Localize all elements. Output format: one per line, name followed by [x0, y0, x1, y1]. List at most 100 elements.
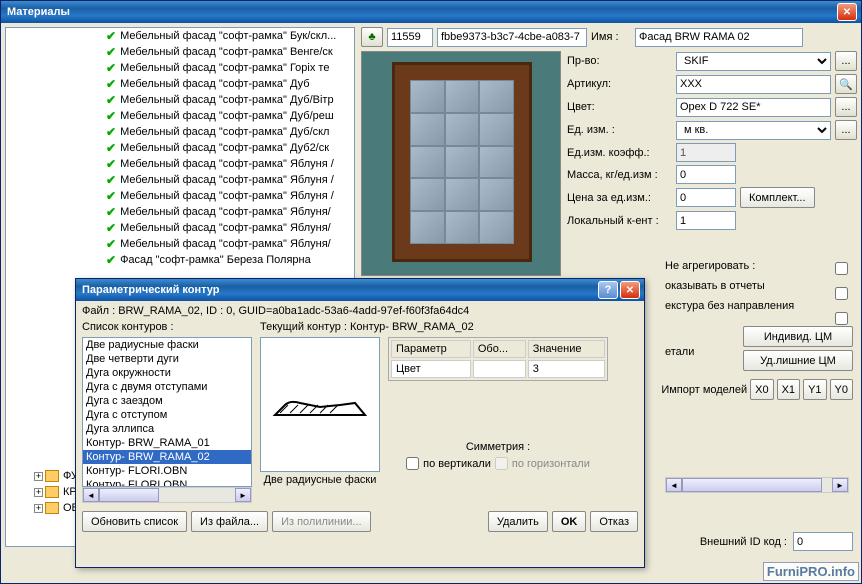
local-label: Локальный к-ент : — [567, 215, 672, 227]
current-label: Текущий контур : Контур- BRW_RAMA_02 — [260, 321, 608, 333]
cancel-button[interactable]: Отказ — [590, 511, 638, 532]
price-field[interactable] — [676, 188, 736, 207]
fromfile-button[interactable]: Из файла... — [191, 511, 268, 532]
ext-id-field[interactable] — [793, 532, 853, 551]
list-item[interactable]: Две четверти дуги — [83, 352, 251, 366]
list-item[interactable]: Контур- FLORI.OBN — [83, 464, 251, 478]
local-field[interactable] — [676, 211, 736, 230]
tree-item[interactable]: ✔Мебельный фасад "софт-рамка" Венге/ск — [6, 44, 354, 60]
preview-caption: Две радиусные фаски — [260, 474, 380, 486]
folder-icon — [45, 470, 59, 482]
art-field[interactable] — [676, 75, 831, 94]
tree-item[interactable]: ✔Мебельный фасад "софт-рамка" Дуб2/ск — [6, 140, 354, 156]
scroll-thumb[interactable] — [99, 488, 159, 502]
contour-listbox[interactable]: Две радиусные фаскиДве четверти дугиДуга… — [82, 337, 252, 487]
vert-label: по вертикали — [423, 458, 491, 470]
tree-item[interactable]: ✔Мебельный фасад "софт-рамка" Дуб — [6, 76, 354, 92]
check-icon: ✔ — [106, 253, 116, 267]
check-icon: ✔ — [106, 221, 116, 235]
noagg-label: Не агрегировать : — [665, 256, 794, 276]
more-btn-1[interactable]: ... — [835, 51, 857, 71]
more-btn-2[interactable]: ... — [835, 97, 857, 117]
list-item[interactable]: Контур- FLORI.OBN — [83, 478, 251, 487]
list-item[interactable]: Дуга окружности — [83, 366, 251, 380]
ext-id-label: Внешний ID код : — [700, 536, 787, 548]
complect-button[interactable]: Комплект... — [740, 187, 815, 208]
nodir-label: екстура без направления — [665, 296, 794, 316]
list-item[interactable]: Дуга с отступом — [83, 408, 251, 422]
check-icon: ✔ — [106, 205, 116, 219]
tree-item[interactable]: ✔Мебельный фасад "софт-рамка" Яблуня / — [6, 188, 354, 204]
color-field[interactable] — [676, 98, 831, 117]
x0-button[interactable]: X0 — [750, 379, 773, 400]
expand-icon[interactable]: + — [34, 504, 43, 513]
list-item[interactable]: Две радиусные фаски — [83, 338, 251, 352]
remove-button[interactable]: Уд.лишние ЦМ — [743, 350, 853, 371]
list-hscroll[interactable]: ◄ ► — [82, 487, 252, 503]
nodir-checkbox[interactable] — [835, 312, 848, 325]
tree-item[interactable]: ✔Мебельный фасад "софт-рамка" Дуб/реш — [6, 108, 354, 124]
tree-item[interactable]: ✔Мебельный фасад "софт-рамка" Яблуня / — [6, 172, 354, 188]
noshow-label: оказывать в отчеты — [665, 276, 794, 296]
list-item[interactable]: Дуга эллипса — [83, 422, 251, 436]
guid-field[interactable] — [437, 28, 587, 47]
tree-item[interactable]: ✔Мебельный фасад "софт-рамка" Дуб/Вітр — [6, 92, 354, 108]
vert-checkbox[interactable] — [406, 457, 419, 470]
unit-label: Ед. изм. : — [567, 124, 672, 136]
check-icon: ✔ — [106, 157, 116, 171]
list-item[interactable]: Дуга с двумя отступами — [83, 380, 251, 394]
close-icon[interactable]: ✕ — [837, 3, 857, 21]
more-btn-3[interactable]: ... — [835, 120, 857, 140]
dialog-close-icon[interactable]: ✕ — [620, 281, 640, 299]
horz-checkbox — [495, 457, 508, 470]
scroll-left-icon[interactable]: ◄ — [666, 478, 682, 492]
list-item[interactable]: Дуга с заездом — [83, 394, 251, 408]
unit-select[interactable]: м кв. — [676, 121, 831, 140]
check-icon: ✔ — [106, 189, 116, 203]
refresh-button[interactable]: Обновить список — [82, 511, 187, 532]
tree-item[interactable]: ✔Мебельный фасад "софт-рамка" Яблуня / — [6, 156, 354, 172]
table-row[interactable]: Цвет3 — [391, 360, 605, 378]
check-icon: ✔ — [106, 125, 116, 139]
horz-label: по горизонтали — [512, 458, 590, 470]
scroll-right-icon[interactable]: ► — [235, 488, 251, 502]
y0-button[interactable]: Y0 — [830, 379, 853, 400]
hscrollbar[interactable]: ◄ ► — [665, 477, 849, 493]
preview-image — [361, 51, 561, 276]
tree-item[interactable]: ✔Мебельный фасад "софт-рамка" Дуб/скл — [6, 124, 354, 140]
check-icon: ✔ — [106, 109, 116, 123]
expand-icon[interactable]: + — [34, 472, 43, 481]
color-label: Цвет: — [567, 101, 672, 113]
x1-button[interactable]: X1 — [777, 379, 800, 400]
tree-item[interactable]: ✔Мебельный фасад "софт-рамка" Горіх те — [6, 60, 354, 76]
col-obo: Обо... — [473, 340, 526, 358]
expand-icon[interactable]: + — [34, 488, 43, 497]
tree-item[interactable]: ✔Мебельный фасад "софт-рамка" Бук/скл... — [6, 28, 354, 44]
col-val: Значение — [528, 340, 605, 358]
list-item[interactable]: Контур- BRW_RAMA_02 — [83, 450, 251, 464]
y1-button[interactable]: Y1 — [803, 379, 826, 400]
main-title: Материалы — [5, 6, 837, 18]
import-label: Импорт моделей — [661, 384, 747, 396]
noshow-checkbox[interactable] — [835, 287, 848, 300]
tree-item[interactable]: ✔Мебельный фасад "софт-рамка" Яблуня/ — [6, 204, 354, 220]
refresh-icon[interactable]: ♣ — [361, 27, 383, 47]
scroll-left-icon[interactable]: ◄ — [83, 488, 99, 502]
id-field[interactable] — [387, 28, 433, 47]
check-icon: ✔ — [106, 141, 116, 155]
ok-button[interactable]: OK — [552, 511, 587, 532]
tree-item[interactable]: ✔Мебельный фасад "софт-рамка" Яблуня/ — [6, 220, 354, 236]
scroll-right-icon[interactable]: ► — [832, 478, 848, 492]
indiv-button[interactable]: Индивид. ЦМ — [743, 326, 853, 347]
mass-field[interactable] — [676, 165, 736, 184]
help-icon[interactable]: ? — [598, 281, 618, 299]
tree-item[interactable]: ✔Мебельный фасад "софт-рамка" Яблуня/ — [6, 236, 354, 252]
list-item[interactable]: Контур- BRW_RAMA_01 — [83, 436, 251, 450]
name-field[interactable] — [635, 28, 803, 47]
delete-button[interactable]: Удалить — [488, 511, 548, 532]
search-icon[interactable]: 🔍 — [835, 74, 857, 94]
noagg-checkbox[interactable] — [835, 262, 848, 275]
scroll-thumb[interactable] — [682, 478, 822, 492]
mfr-select[interactable]: SKIF — [676, 52, 831, 71]
tree-item[interactable]: ✔Фасад "софт-рамка" Береза Полярна — [6, 252, 354, 268]
